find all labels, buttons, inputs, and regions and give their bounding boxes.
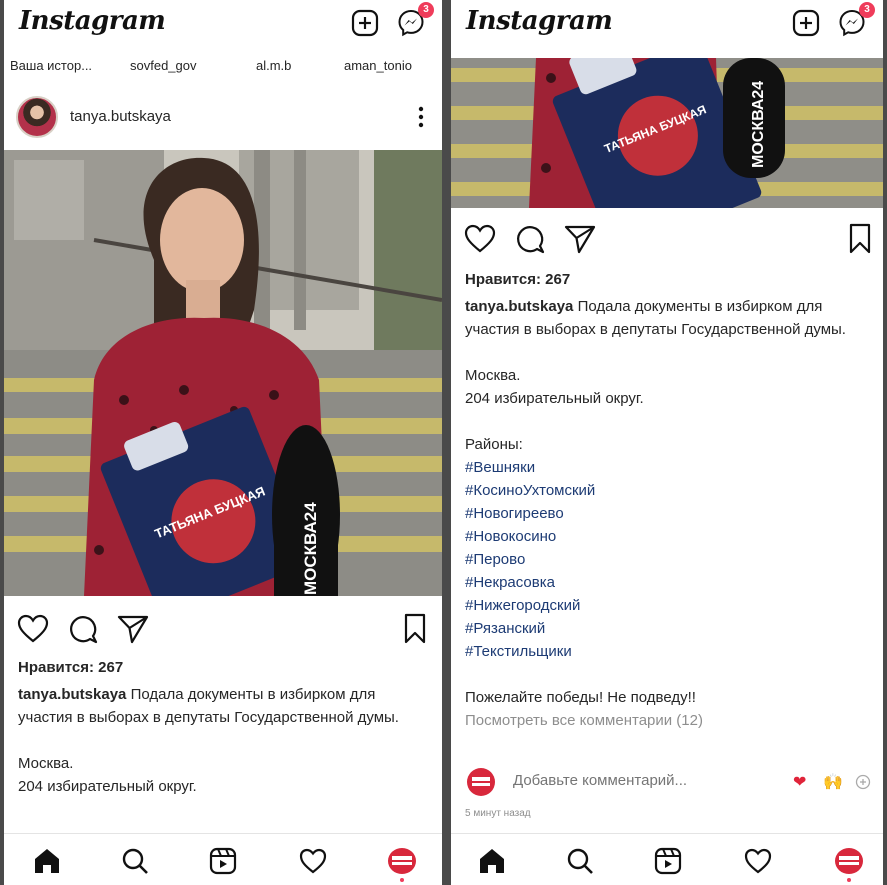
messages-badge: 3: [859, 2, 875, 18]
districts-heading: Районы:: [465, 436, 523, 453]
home-icon[interactable]: [477, 846, 507, 876]
post-caption: Нравится: 267 tanya.butskaya Подала доку…: [18, 656, 432, 798]
notification-dot: [847, 878, 851, 882]
like-heart-icon[interactable]: [463, 222, 497, 256]
messages-badge: 3: [418, 2, 434, 18]
story-item-al-m-b[interactable]: al.m.b: [256, 58, 291, 73]
messenger-button[interactable]: 3: [837, 2, 875, 38]
new-post-icon[interactable]: [791, 8, 821, 38]
save-bookmark-icon[interactable]: [398, 612, 432, 646]
story-item-sovfed-gov[interactable]: sovfed_gov: [130, 58, 197, 73]
reels-icon[interactable]: [208, 846, 238, 876]
microphone-label: МОСКВА24: [750, 81, 767, 168]
hashtag-link[interactable]: #Вешняки: [465, 456, 873, 479]
quick-reaction-heart[interactable]: ❤: [793, 772, 806, 792]
hashtag-link[interactable]: #Нижегородский: [465, 594, 873, 617]
hashtag-link[interactable]: #Рязанский: [465, 617, 873, 640]
hashtag-link[interactable]: #Новокосино: [465, 525, 873, 548]
post-caption: Нравится: 267 tanya.butskaya Подала доку…: [465, 268, 873, 732]
messenger-button[interactable]: 3: [396, 2, 434, 38]
phone-screen-right: Instagram 3 ТАТЬЯНА БУЦКАЯ МОСКВА24 Нрав…: [451, 0, 883, 885]
post-timestamp: 5 минут назад: [465, 808, 531, 819]
caption-district: 204 избирательный округ.: [18, 778, 197, 795]
story-item-your-story[interactable]: Ваша истор...: [10, 58, 92, 73]
post-actions: [451, 222, 883, 262]
post-photo[interactable]: ТАТЬЯНА БУЦКАЯ МОСКВА24: [4, 150, 442, 596]
home-icon[interactable]: [32, 846, 62, 876]
bottom-navigation: [451, 833, 883, 885]
hashtag-link[interactable]: #Перово: [465, 548, 873, 571]
new-post-icon[interactable]: [350, 8, 380, 38]
caption-body: tanya.butskaya Подала документы в избирк…: [18, 683, 432, 729]
bottom-navigation: [4, 833, 442, 885]
notification-dot: [400, 878, 404, 882]
caption-username[interactable]: tanya.butskaya: [465, 298, 573, 315]
instagram-logo[interactable]: Instagram: [19, 6, 166, 36]
caption-closing: Пожелайте победы! Не подведу!!: [465, 689, 696, 706]
view-all-comments-link[interactable]: Посмотреть все комментарии (12): [465, 709, 873, 732]
author-avatar[interactable]: [16, 96, 58, 138]
save-bookmark-icon[interactable]: [843, 222, 877, 256]
hashtag-link[interactable]: #Новогиреево: [465, 502, 873, 525]
comment-input[interactable]: [513, 772, 763, 789]
microphone-label: МОСКВА24: [301, 502, 320, 595]
reels-icon[interactable]: [653, 846, 683, 876]
hashtag-link[interactable]: #Текстильщики: [465, 640, 873, 663]
viewer-avatar: [467, 768, 495, 796]
top-bar: Instagram 3: [4, 0, 442, 52]
add-comment-row: ❤ 🙌: [465, 768, 873, 798]
phone-screen-left: Instagram 3 Ваша истор... sovfed_gov al.…: [4, 0, 442, 885]
caption-city: Москва.: [465, 367, 521, 384]
likes-count[interactable]: Нравится: 267: [18, 656, 432, 679]
activity-heart-icon[interactable]: [743, 846, 773, 876]
post-photo[interactable]: ТАТЬЯНА БУЦКАЯ МОСКВА24: [451, 58, 883, 208]
search-icon[interactable]: [120, 846, 150, 876]
caption-city: Москва.: [18, 755, 74, 772]
activity-heart-icon[interactable]: [298, 846, 328, 876]
share-send-icon[interactable]: [116, 612, 150, 646]
likes-count[interactable]: Нравится: 267: [465, 268, 873, 291]
story-item-aman-tonio[interactable]: aman_tonio: [344, 58, 412, 73]
post-author-username[interactable]: tanya.butskaya: [70, 108, 171, 125]
caption-district: 204 избирательный округ.: [465, 390, 644, 407]
add-reaction-icon[interactable]: [855, 774, 871, 790]
comment-icon[interactable]: [513, 222, 547, 256]
share-send-icon[interactable]: [563, 222, 597, 256]
caption-body: tanya.butskaya Подала документы в избирк…: [465, 295, 873, 341]
caption-username[interactable]: tanya.butskaya: [18, 686, 126, 703]
like-heart-icon[interactable]: [16, 612, 50, 646]
search-icon[interactable]: [565, 846, 595, 876]
comment-icon[interactable]: [66, 612, 100, 646]
profile-avatar[interactable]: [388, 848, 416, 874]
top-bar: Instagram 3: [451, 0, 883, 52]
post-actions: [4, 612, 442, 652]
stories-bar: Ваша истор... sovfed_gov al.m.b aman_ton…: [4, 56, 442, 78]
hashtag-link[interactable]: #КосиноУхтомский: [465, 479, 873, 502]
hashtag-link[interactable]: #Некрасовка: [465, 571, 873, 594]
quick-reaction-hands[interactable]: 🙌: [823, 772, 843, 792]
post-header: tanya.butskaya: [4, 92, 442, 144]
profile-avatar[interactable]: [835, 848, 863, 874]
more-options-icon[interactable]: [418, 106, 424, 128]
instagram-logo[interactable]: Instagram: [466, 6, 613, 36]
